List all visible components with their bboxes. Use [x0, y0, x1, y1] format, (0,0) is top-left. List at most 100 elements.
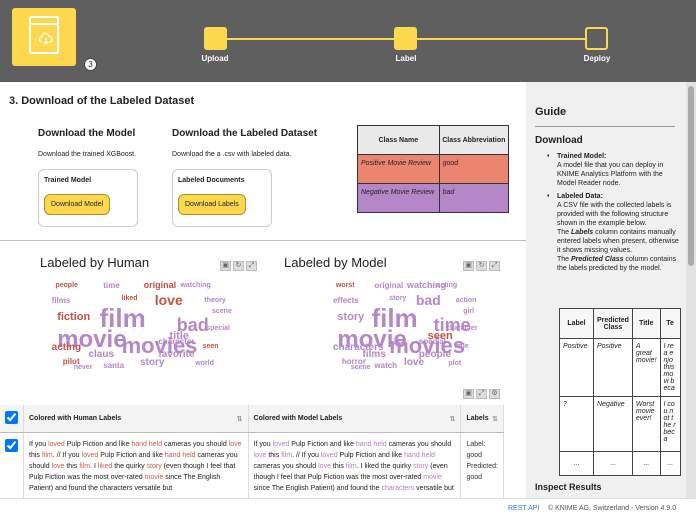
guide-item-trained-model: Trained Model: A model file that you can…	[539, 152, 679, 188]
selection-icon[interactable]: ▣	[463, 389, 474, 399]
example-header: Title	[631, 308, 661, 339]
guide-predicted-col-name: Predicted Class	[571, 256, 624, 263]
legend-row-positive: Positive Movie Review good	[357, 154, 510, 184]
class-legend-table: Class Name Class Abbreviation Positive M…	[357, 125, 510, 213]
word-cloud-word[interactable]: people	[419, 350, 451, 360]
example-cell: I rea enjo this movi beca	[659, 338, 681, 397]
word-cloud-word[interactable]: story	[337, 312, 364, 323]
word-cloud-word[interactable]: little	[454, 343, 468, 350]
guide-item-title: Labeled Data:	[557, 193, 603, 200]
word-cloud-word[interactable]: special	[206, 325, 230, 332]
download-model-button[interactable]: Download Model	[44, 194, 111, 215]
row-checkbox[interactable]	[5, 439, 18, 452]
fullscreen-icon[interactable]: ⤢	[246, 261, 257, 271]
refresh-icon[interactable]: ↻	[476, 261, 487, 271]
refresh-icon[interactable]: ↻	[233, 261, 244, 271]
word-cloud-word[interactable]: original	[144, 280, 177, 290]
example-row: ? Negative Worst movie ever! I cou not t…	[559, 396, 681, 452]
word-cloud-word[interactable]: films	[52, 296, 71, 305]
footer: REST API © KNIME AG, Switzerland - Versi…	[0, 498, 696, 518]
model-cloud-toolbar: ▣ ↻ ⤢	[463, 261, 500, 271]
word-cloud-word[interactable]: claus	[88, 350, 114, 360]
guide-the: The	[557, 256, 570, 263]
sort-icon[interactable]: ⇅	[492, 415, 498, 423]
word-cloud-word[interactable]: bad	[416, 293, 441, 307]
settings-icon[interactable]: ⚙	[489, 389, 500, 399]
select-all-checkbox-cell	[0, 405, 24, 433]
word-cloud-word[interactable]: worst	[336, 282, 355, 289]
selection-icon[interactable]: ▣	[463, 261, 474, 271]
word-cloud-word[interactable]: never	[74, 364, 93, 371]
word-cloud-word[interactable]: santa	[103, 361, 124, 370]
word-cloud-word[interactable]: time	[103, 281, 119, 290]
guide-scrollbar-thumb[interactable]	[688, 86, 694, 266]
select-all-checkbox[interactable]	[5, 411, 18, 424]
component-node-tile[interactable]	[12, 8, 76, 66]
word-cloud-word[interactable]: character	[446, 325, 478, 332]
col-header-labels[interactable]: Labels ⇅	[460, 405, 504, 433]
word-cloud-word[interactable]: story	[389, 295, 406, 302]
word-cloud-word[interactable]: theory	[204, 297, 225, 304]
legend-header-class-abbr: Class Abbreviation	[438, 125, 510, 155]
col-header-model-labels-text: Colored with Model Labels	[253, 414, 343, 422]
step-label-marker[interactable]	[394, 27, 417, 50]
col-header-model-labels[interactable]: Colored with Model Labels ⇅	[248, 405, 462, 433]
example-cell: Worst movie ever!	[631, 396, 661, 452]
word-cloud-word[interactable]: fiction	[57, 312, 90, 323]
word-cloud-word[interactable]: girl	[463, 308, 474, 315]
model-labels-word-cloud: film movie movies bad time story love character…	[330, 276, 478, 371]
step-deploy-label: Deploy	[583, 54, 611, 63]
word-cloud-word[interactable]: watching	[180, 282, 210, 289]
col-header-human-labels[interactable]: Colored with Human Labels ⇅	[23, 405, 249, 433]
guide-labels-col-name: Labels	[571, 229, 594, 236]
word-cloud-word[interactable]: world	[195, 360, 214, 367]
word-cloud-word[interactable]: people	[55, 282, 78, 289]
example-row: Positive Positive A great movie! I rea e…	[559, 338, 681, 397]
fullscreen-icon[interactable]: ⤢	[476, 389, 487, 399]
legend-class-name: Positive Movie Review	[357, 154, 440, 184]
labels-cell: Label: good Predicted: good	[460, 432, 504, 498]
trained-model-card-title: Trained Model	[44, 177, 92, 184]
word-cloud-word[interactable]: seen	[203, 343, 219, 350]
word-cloud-word[interactable]: acting	[52, 342, 81, 353]
step-deploy-marker[interactable]	[585, 27, 608, 50]
table-toolbar: ▣ ⤢ ⚙	[463, 389, 500, 399]
sort-icon[interactable]: ⇅	[237, 415, 243, 423]
rest-api-link[interactable]: REST API	[508, 505, 539, 512]
download-model-section: Download the Model Download the trained …	[38, 128, 168, 227]
label-caption: Label:	[466, 441, 486, 448]
table-row[interactable]: If you loved Pulp Fiction and like hand …	[0, 432, 504, 498]
guide-item-text: A CSV file with the collected labels is …	[557, 202, 672, 227]
word-cloud-word[interactable]: special	[419, 337, 446, 346]
trained-model-card: Trained Model Download Model	[38, 169, 138, 227]
sort-icon[interactable]: ⇅	[450, 415, 456, 423]
step-upload-label: Upload	[201, 54, 229, 63]
word-cloud-word[interactable]: action	[456, 297, 477, 304]
word-cloud-word[interactable]: films	[363, 350, 386, 360]
guide-divider	[535, 126, 675, 127]
word-cloud-word[interactable]: favorite	[158, 350, 194, 360]
word-cloud-word[interactable]: watch	[374, 361, 397, 370]
selection-icon[interactable]: ▣	[220, 261, 231, 271]
word-cloud-word[interactable]: acting	[437, 282, 458, 289]
example-header: Label	[559, 308, 594, 339]
step-upload-marker[interactable]	[204, 27, 227, 50]
cloud-download-icon	[39, 32, 53, 45]
word-cloud-word[interactable]: liked	[122, 295, 138, 302]
word-cloud-word[interactable]: love	[155, 293, 183, 307]
example-header: Te	[659, 308, 681, 339]
guide-panel: Guide Download Trained Model: A model fi…	[526, 82, 686, 498]
word-cloud-word[interactable]: scene	[212, 308, 232, 315]
word-cloud-word[interactable]: scene	[351, 364, 371, 371]
main-panel: 3. Download of the Labeled Dataset Downl…	[0, 82, 526, 498]
word-cloud-word[interactable]: original	[374, 281, 403, 290]
copyright-text: © KNIME AG, Switzerland - Version 4.9.0	[548, 505, 677, 512]
word-cloud-word[interactable]: plot	[448, 360, 461, 367]
legend-class-abbr: bad	[438, 183, 510, 213]
word-cloud-word[interactable]: effects	[333, 296, 359, 305]
guide-section-inspect-results: Inspect Results	[535, 482, 602, 492]
fullscreen-icon[interactable]: ⤢	[489, 261, 500, 271]
word-cloud-word[interactable]: character	[158, 337, 194, 346]
download-labels-button[interactable]: Download Labels	[178, 194, 246, 215]
download-labels-desc: Download the a .csv with labeled data.	[172, 151, 292, 158]
